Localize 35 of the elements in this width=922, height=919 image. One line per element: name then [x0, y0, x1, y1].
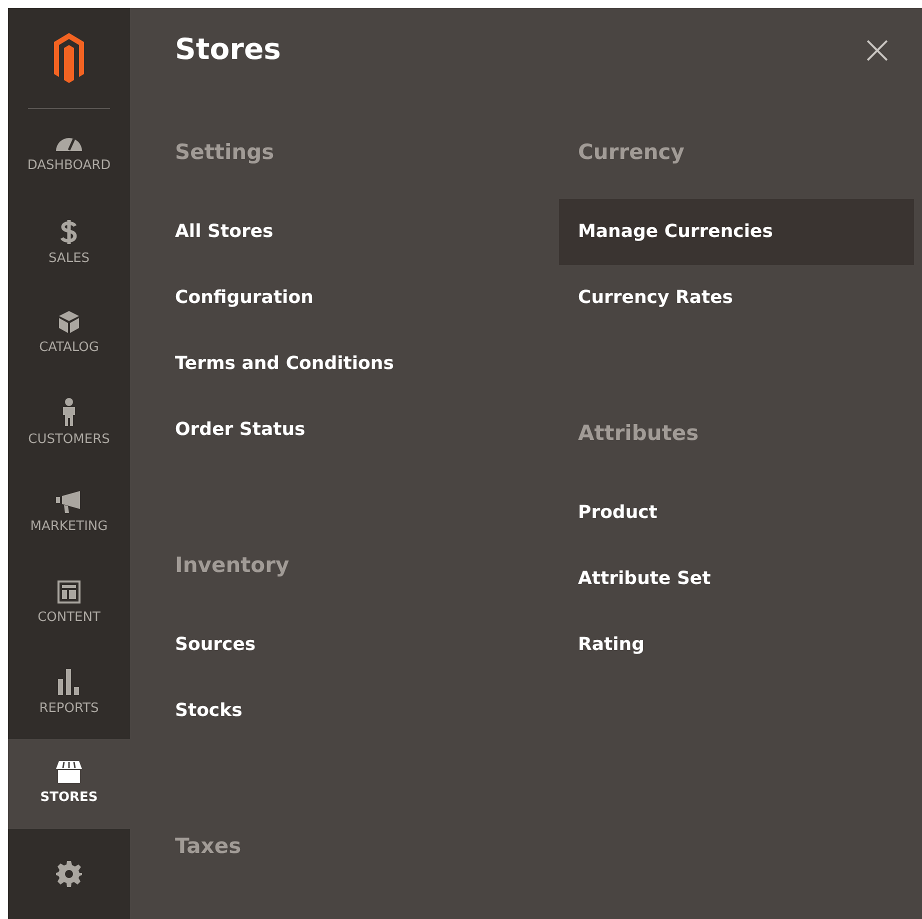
sidebar-item[interactable]: DASHBOARD: [8, 108, 130, 199]
dollar-icon: [60, 219, 78, 246]
menu-link[interactable]: Manage Currencies: [559, 199, 914, 265]
person-icon: [62, 398, 76, 426]
section-heading: Settings: [175, 139, 276, 166]
menu-link[interactable]: Attribute Set: [559, 546, 914, 612]
sidebar-item[interactable]: MARKETING: [8, 468, 130, 559]
section-heading: Inventory: [175, 552, 290, 579]
sidebar-item[interactable]: CUSTOMERS: [8, 378, 130, 469]
menu-link[interactable]: Currency Rates: [559, 265, 914, 331]
sidebar-item[interactable]: STORES: [8, 738, 130, 829]
close-button[interactable]: ×: [860, 30, 894, 70]
menu-link[interactable]: Terms and Conditions: [156, 331, 559, 397]
sidebar-item[interactable]: CATALOG: [8, 288, 130, 379]
panel-title: Stores: [175, 31, 281, 68]
menu-link[interactable]: Sources: [156, 612, 559, 678]
menu-link[interactable]: Rating: [559, 612, 914, 678]
section-heading: Attributes: [578, 420, 700, 447]
box-icon: [58, 310, 80, 334]
layout-icon: [57, 580, 81, 604]
menu-link[interactable]: Product: [559, 480, 914, 546]
sidebar-item[interactable]: CONTENT: [8, 558, 130, 649]
storefront-icon: [55, 760, 83, 784]
section-heading: Taxes: [175, 833, 242, 860]
sidebar-item[interactable]: SALES: [8, 198, 130, 289]
section-heading: Currency: [578, 139, 686, 166]
menu-link[interactable]: All Stores: [156, 199, 559, 265]
bar-chart-icon: [57, 669, 81, 696]
gear-icon: [56, 860, 82, 887]
menu-link[interactable]: Order Status: [156, 397, 559, 463]
logo-icon[interactable]: [54, 32, 84, 83]
sidebar-item[interactable]: REPORTS: [8, 648, 130, 739]
menu-link[interactable]: Stocks: [156, 678, 559, 744]
megaphone-icon: [56, 491, 82, 514]
menu-link[interactable]: Configuration: [156, 265, 559, 331]
